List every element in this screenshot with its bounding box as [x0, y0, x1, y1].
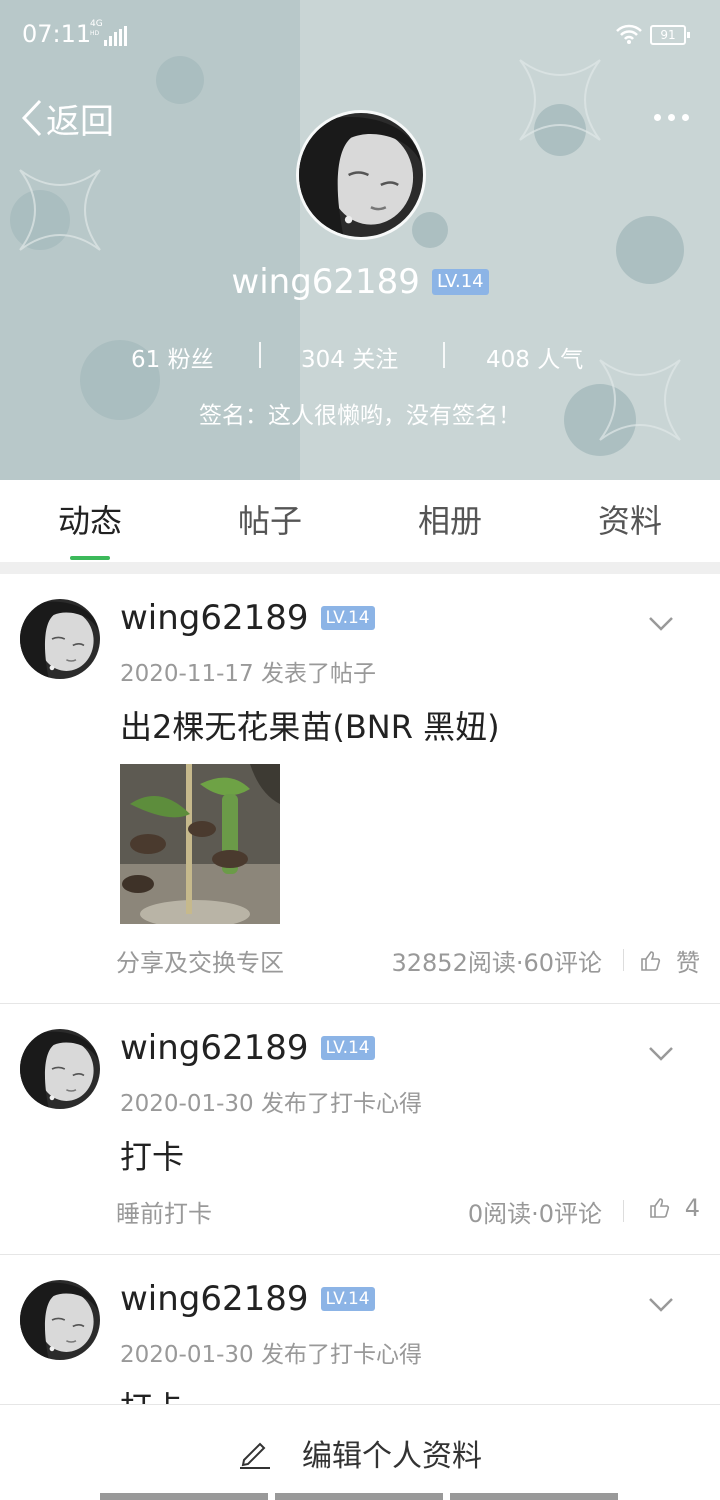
- activity-feed: wing62189 LV.14 2020-11-17 发表了帖子 出2棵无花果苗…: [0, 574, 720, 1404]
- feed-item[interactable]: wing62189 LV.14 2020-01-30 发布了打卡心得 打卡: [0, 1255, 720, 1404]
- post-author-name[interactable]: wing62189: [120, 1028, 309, 1068]
- chevron-down-icon[interactable]: [648, 1046, 674, 1062]
- tab-activity[interactable]: 动态: [0, 480, 180, 562]
- stat-divider: [259, 342, 261, 368]
- section-divider: [0, 562, 720, 574]
- wifi-icon: [616, 24, 642, 44]
- nav-gesture-segment: [450, 1493, 618, 1500]
- avatar-image: [20, 1029, 100, 1109]
- chevron-down-icon[interactable]: [648, 616, 674, 632]
- profile-tabs: 动态 帖子 相册 资料: [0, 480, 720, 562]
- bottom-action-bar: 编辑个人资料: [0, 1404, 720, 1500]
- stat-following[interactable]: 304 关注: [301, 340, 398, 374]
- post-author-name[interactable]: wing62189: [120, 598, 309, 638]
- stat-popularity[interactable]: 408 人气: [486, 340, 583, 374]
- post-author-row: wing62189 LV.14: [120, 1279, 375, 1319]
- edit-profile-button[interactable]: 编辑个人资料: [0, 1405, 720, 1500]
- post-title[interactable]: 打卡: [120, 1383, 184, 1404]
- stat-fans[interactable]: 61 粉丝: [131, 340, 214, 374]
- level-badge: LV.14: [320, 606, 375, 630]
- chevron-left-icon: [21, 99, 42, 137]
- post-forum-link[interactable]: 睡前打卡: [116, 1194, 212, 1229]
- chevron-down-icon[interactable]: [648, 1297, 674, 1313]
- signal-icon: [104, 26, 127, 46]
- nav-gesture-segment: [100, 1493, 268, 1500]
- avatar-image: [20, 599, 100, 679]
- profile-avatar[interactable]: [296, 110, 426, 240]
- tab-posts[interactable]: 帖子: [180, 480, 360, 562]
- back-button-label: 返回: [46, 101, 114, 142]
- edit-profile-label: 编辑个人资料: [302, 1439, 482, 1474]
- tab-profile-info[interactable]: 资料: [540, 480, 720, 562]
- tab-albums[interactable]: 相册: [360, 480, 540, 562]
- like-button[interactable]: 4: [649, 1194, 700, 1222]
- post-counts: 32852阅读·60评论: [391, 949, 602, 977]
- like-label: 赞: [676, 949, 700, 977]
- feed-item[interactable]: wing62189 LV.14 2020-11-17 发表了帖子 出2棵无花果苗…: [0, 574, 720, 1004]
- more-dot-icon: [654, 114, 661, 121]
- level-badge: LV.14: [320, 1036, 375, 1060]
- post-meta: 2020-01-30 发布了打卡心得: [120, 1342, 422, 1368]
- feed-item[interactable]: wing62189 LV.14 2020-01-30 发布了打卡心得 打卡 睡前…: [0, 1004, 720, 1255]
- status-bar: 07:11 4G HD 91: [0, 0, 720, 70]
- post-title[interactable]: 出2棵无花果苗(BNR 黑妞): [120, 702, 500, 748]
- profile-header: 07:11 4G HD 91 返回 wing62189 LV.14 61 粉丝 …: [0, 0, 720, 480]
- profile-signature: 签名：这人很懒哟，没有签名！: [199, 403, 521, 429]
- like-button[interactable]: 赞: [640, 943, 700, 978]
- nav-gesture-segment: [275, 1493, 443, 1500]
- post-footer: 睡前打卡 0阅读·0评论 4: [116, 1190, 700, 1230]
- more-options-button[interactable]: [654, 108, 690, 128]
- more-dot-icon: [682, 114, 689, 121]
- avatar[interactable]: [20, 1029, 100, 1109]
- post-counts: 0阅读·0评论: [467, 1200, 602, 1228]
- back-button[interactable]: 返回: [20, 96, 114, 142]
- footer-divider: [623, 949, 624, 971]
- battery-icon: 91: [650, 25, 690, 45]
- stat-divider: [443, 342, 445, 368]
- avatar[interactable]: [20, 599, 100, 679]
- post-footer: 分享及交换专区 32852阅读·60评论 赞: [116, 939, 700, 979]
- post-image-thumbnail[interactable]: [120, 764, 280, 924]
- post-author-row: wing62189 LV.14: [120, 1028, 375, 1068]
- more-dot-icon: [668, 114, 675, 121]
- post-meta: 2020-11-17 发表了帖子: [120, 661, 376, 687]
- thumbs-up-icon: [641, 950, 661, 971]
- avatar-image: [299, 113, 423, 237]
- post-meta: 2020-01-30 发布了打卡心得: [120, 1091, 422, 1117]
- post-author-name[interactable]: wing62189: [120, 1279, 309, 1319]
- plant-photo: [120, 764, 280, 924]
- like-count: 4: [684, 1194, 700, 1222]
- thumbs-up-icon: [649, 1198, 669, 1218]
- pencil-icon: [240, 1442, 270, 1469]
- profile-stats: 61 粉丝 304 关注 408 人气: [0, 338, 720, 374]
- level-badge: LV.14: [320, 1287, 375, 1311]
- profile-username: wing62189: [231, 262, 420, 302]
- post-forum-link[interactable]: 分享及交换专区: [116, 943, 284, 978]
- avatar[interactable]: [20, 1280, 100, 1360]
- post-title[interactable]: 打卡: [120, 1132, 184, 1178]
- footer-divider: [623, 1200, 624, 1222]
- username-row: wing62189 LV.14: [0, 262, 720, 302]
- avatar-image: [20, 1280, 100, 1360]
- status-time: 07:11: [22, 20, 92, 48]
- post-author-row: wing62189 LV.14: [120, 598, 375, 638]
- network-type-label: 4G HD: [90, 19, 103, 38]
- level-badge: LV.14: [431, 269, 489, 295]
